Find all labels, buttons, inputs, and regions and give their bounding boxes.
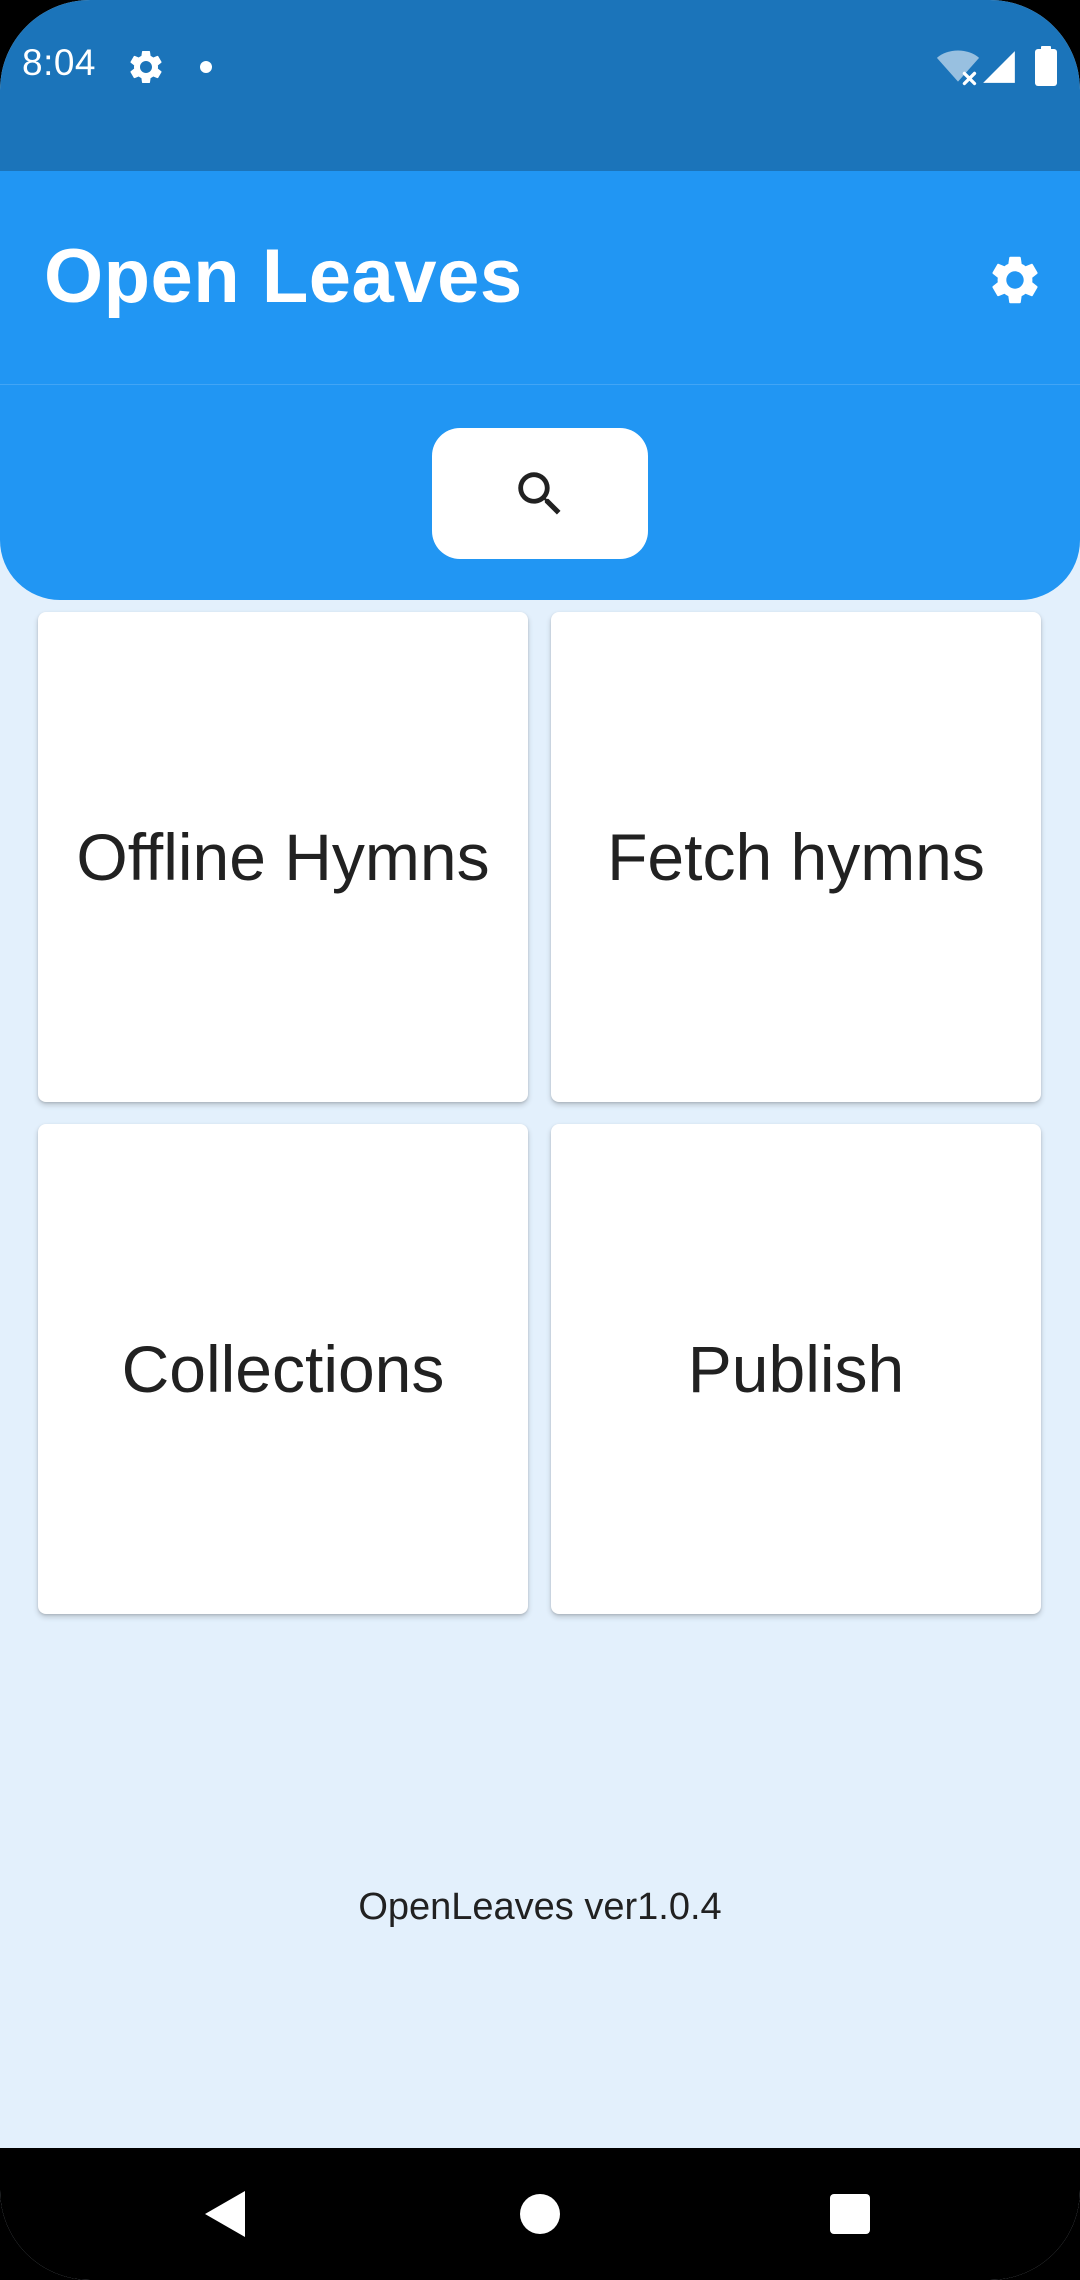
search-section xyxy=(0,385,1080,600)
tile-label: Publish xyxy=(687,1332,905,1406)
back-icon[interactable] xyxy=(205,2191,245,2237)
navigation-bar xyxy=(0,2148,1080,2280)
wifi-off-icon xyxy=(936,50,980,86)
fetch-hymns-tile[interactable]: Fetch hymns xyxy=(551,612,1041,1102)
recents-icon[interactable] xyxy=(830,2194,870,2234)
offline-hymns-tile[interactable]: Offline Hymns xyxy=(38,612,528,1102)
status-bar: 8:04 xyxy=(0,0,1080,171)
home-icon[interactable] xyxy=(520,2194,560,2234)
collections-tile[interactable]: Collections xyxy=(38,1124,528,1614)
status-time: 8:04 xyxy=(22,42,97,83)
notification-dot-icon xyxy=(200,61,212,73)
signal-icon xyxy=(983,51,1015,83)
battery-icon xyxy=(1035,46,1057,86)
settings-icon xyxy=(130,50,162,83)
app-bar: Open Leaves xyxy=(0,171,1080,385)
gear-icon xyxy=(992,256,1038,304)
publish-tile[interactable]: Publish xyxy=(551,1124,1041,1614)
app-screen: 8:04 Open Leaves Offline Hymns Fetch hym… xyxy=(0,0,1080,2280)
search-icon xyxy=(518,471,561,515)
app-title: Open Leaves xyxy=(44,234,523,319)
settings-button[interactable] xyxy=(979,244,1051,316)
tile-label: Fetch hymns xyxy=(607,820,985,894)
tile-label: Collections xyxy=(121,1332,445,1406)
tile-label: Offline Hymns xyxy=(76,820,490,894)
search-button[interactable] xyxy=(432,428,648,559)
version-label: OpenLeaves ver1.0.4 xyxy=(358,1886,722,1928)
